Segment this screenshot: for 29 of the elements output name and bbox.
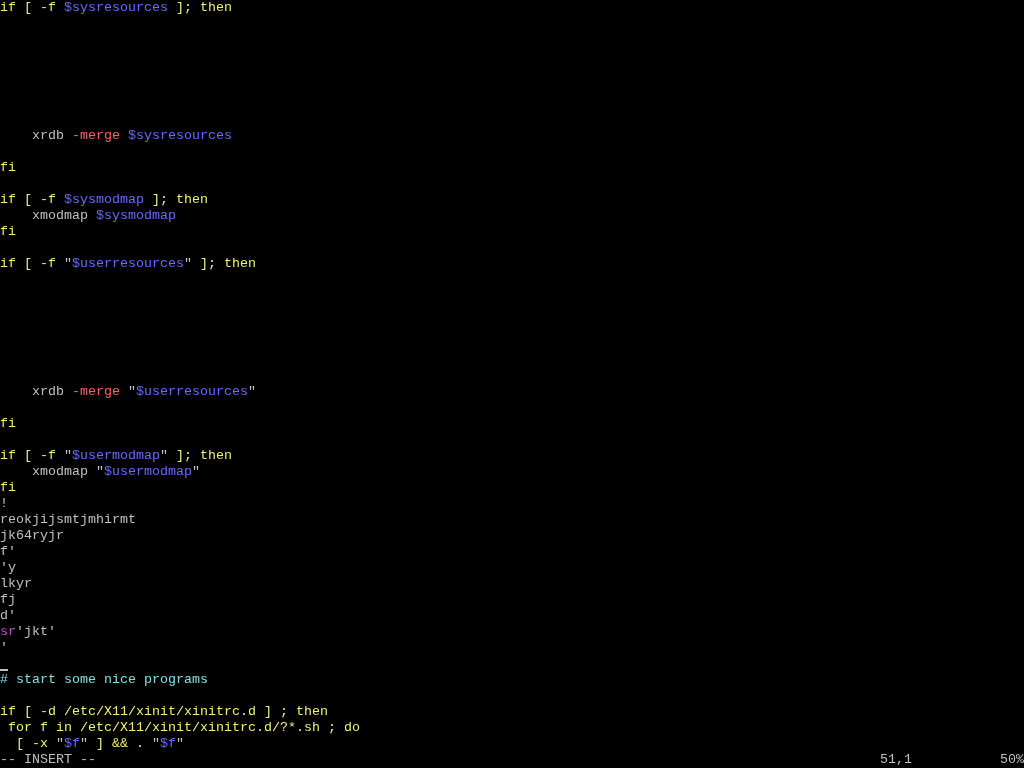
code-line: fi xyxy=(0,480,16,496)
code-line: if [ -f $sysresources ]; then xyxy=(0,0,232,16)
code-line: if [ -f "$userresources" ]; then xyxy=(0,256,256,272)
code-line: d' xyxy=(0,608,16,624)
code-line: if [ -d /etc/X11/xinit/xinitrc.d ] ; then xyxy=(0,704,328,720)
mode-indicator: -- INSERT -- xyxy=(0,752,96,768)
code-line: xrdb -merge "$userresources" xyxy=(31,384,256,400)
scroll-percentage: 50% xyxy=(1000,752,1024,768)
code-line: xmodmap "$usermodmap" xyxy=(31,464,200,480)
code-line: ! xyxy=(0,496,8,512)
code-line: [ -x "$f" ] && . "$f" xyxy=(15,736,184,752)
code-line: for f in /etc/X11/xinit/xinitrc.d/?*.sh ; do xyxy=(7,720,360,736)
code-line: sr'jkt' xyxy=(0,624,56,640)
code-line: ' xyxy=(0,640,8,656)
code-line: xrdb -merge $sysresources xyxy=(31,128,232,144)
code-line: fj xyxy=(0,592,16,608)
code-line: if [ -f "$usermodmap" ]; then xyxy=(0,448,232,464)
code-line: reokjijsmtjmhirmt xyxy=(0,512,136,528)
code-line: f' xyxy=(0,544,16,560)
code-line: jk64ryjr xyxy=(0,528,64,544)
code-line: if [ -f $sysmodmap ]; then xyxy=(0,192,208,208)
code-line: lkyr xyxy=(0,576,32,592)
code-line: fi xyxy=(0,160,16,176)
code-line: xmodmap $sysmodmap xyxy=(31,208,176,224)
cursor-position: 51,1 xyxy=(880,752,913,768)
code-line: 'y xyxy=(0,560,16,576)
code-line: fi xyxy=(0,224,16,240)
code-line: fi xyxy=(0,416,16,432)
code-line: # start some nice programs xyxy=(0,672,208,688)
